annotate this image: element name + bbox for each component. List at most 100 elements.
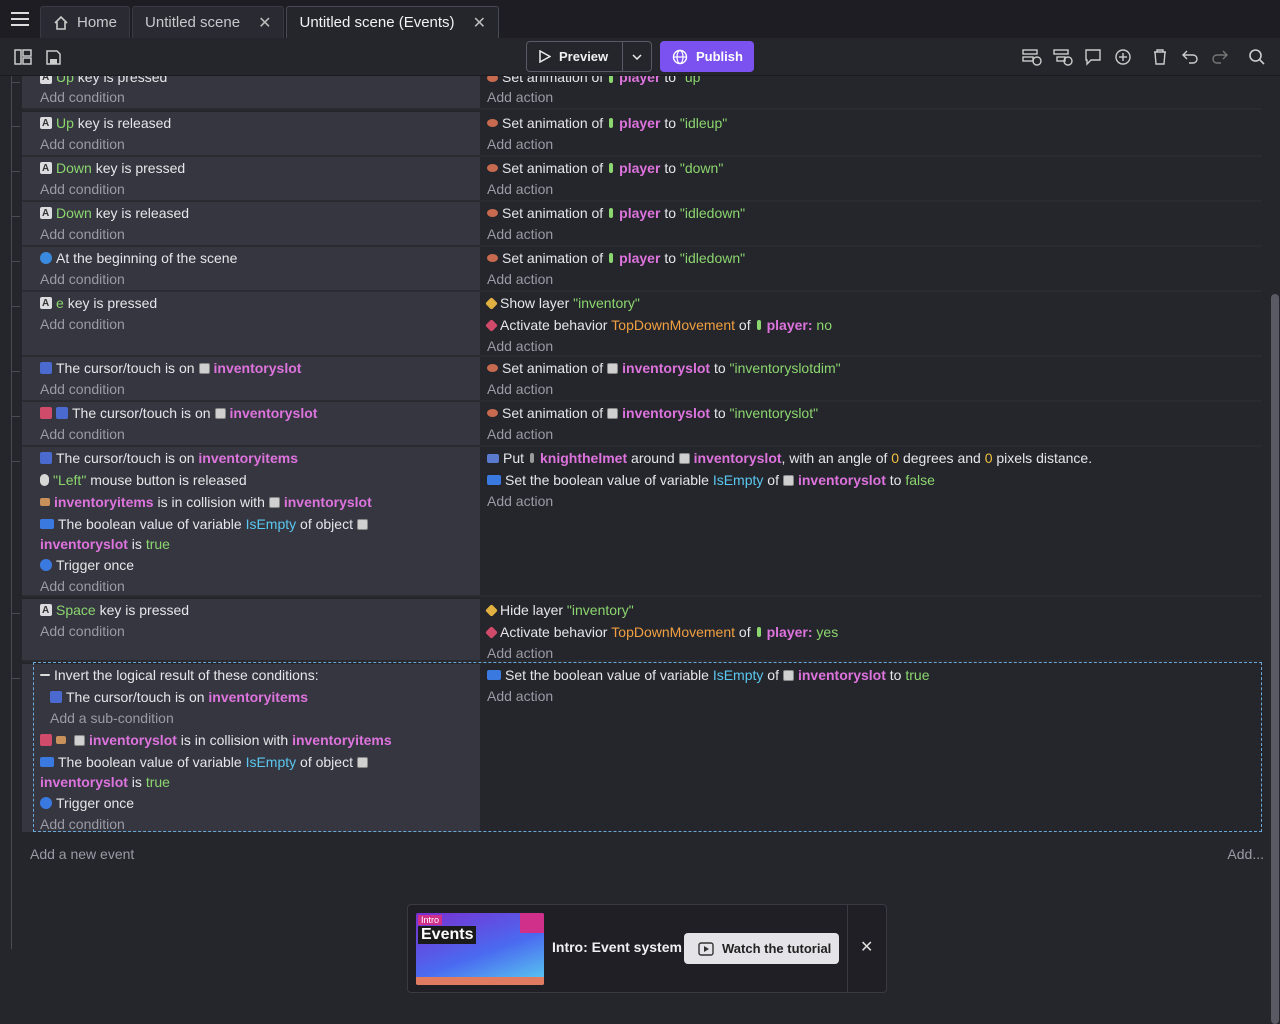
add-comment-icon[interactable]: [1083, 47, 1103, 67]
search-icon[interactable]: [1247, 47, 1267, 67]
add-action-link[interactable]: Add action: [487, 643, 1262, 664]
event-row[interactable]: The cursor/touch is on inventoryitems "L…: [11, 447, 1262, 597]
sub-condition[interactable]: The cursor/touch is on inventoryitems: [40, 686, 480, 708]
condition[interactable]: e key is pressed: [40, 292, 480, 315]
watch-tutorial-button[interactable]: Watch the tutorial: [684, 933, 839, 964]
add-new-event-link[interactable]: Add a new event: [30, 846, 134, 862]
condition[interactable]: Down key is released: [40, 202, 480, 225]
string-value: "inventory": [573, 295, 640, 311]
preview-button[interactable]: Preview: [526, 41, 652, 72]
variable-icon: [40, 519, 54, 529]
action[interactable]: Set animation of inventoryslot to "invent…: [487, 357, 1262, 379]
delete-icon[interactable]: [1150, 47, 1170, 67]
event-row[interactable]: The cursor/touch is on inventoryslot Add …: [11, 357, 1262, 402]
condition[interactable]: The cursor/touch is on inventoryslot: [40, 357, 480, 379]
add-action-link[interactable]: Add action: [487, 269, 1262, 290]
action[interactable]: Put knighthelmet around inventoryslot, wit…: [487, 447, 1262, 469]
condition[interactable]: Space key is pressed: [40, 599, 480, 622]
add-condition-link[interactable]: Add condition: [40, 621, 480, 642]
add-condition-link[interactable]: Add condition: [40, 424, 480, 445]
condition[interactable]: The boolean value of variable IsEmpty of…: [40, 751, 480, 773]
bool-value: false: [905, 472, 935, 488]
add-action-link[interactable]: Add action: [487, 134, 1262, 155]
event-row[interactable]: e key is pressed Add condition Show laye…: [11, 292, 1262, 357]
event-row[interactable]: Up key is pressed Add condition Set anim…: [11, 76, 1262, 110]
add-condition-link[interactable]: Add condition: [40, 269, 480, 290]
main-menu-button[interactable]: [0, 0, 40, 38]
condition[interactable]: Trigger once: [40, 554, 480, 576]
tab-untitled-scene[interactable]: Untitled scene ✕: [132, 6, 285, 38]
scrollbar[interactable]: [1270, 76, 1280, 1024]
add-event-icon[interactable]: [1022, 47, 1042, 67]
add-menu-link[interactable]: Add...: [1227, 846, 1264, 862]
close-icon[interactable]: ✕: [258, 13, 271, 33]
add-condition-link[interactable]: Add condition: [40, 134, 480, 155]
action[interactable]: Set animation of player to "up": [487, 76, 1262, 87]
tab-untitled-scene-events[interactable]: Untitled scene (Events) ✕: [286, 6, 499, 38]
add-action-link[interactable]: Add action: [487, 424, 1262, 445]
condition[interactable]: inventoryitems is in collision with inven…: [40, 491, 480, 513]
add-action-link[interactable]: Add action: [487, 87, 1262, 108]
add-condition-link[interactable]: Add condition: [40, 576, 480, 597]
condition[interactable]: Up key is pressed: [40, 76, 480, 87]
close-icon[interactable]: ✕: [473, 13, 486, 33]
event-row-selected[interactable]: Invert the logical result of these condi…: [11, 664, 1262, 835]
condition[interactable]: At the beginning of the scene: [40, 247, 480, 269]
add-condition-link[interactable]: Add condition: [40, 87, 480, 108]
add-action-link[interactable]: Add action: [487, 379, 1262, 400]
action[interactable]: Set the boolean value of variable IsEmpt…: [487, 664, 1262, 686]
tab-home[interactable]: Home: [40, 6, 131, 38]
add-action-link[interactable]: Add action: [487, 491, 1262, 512]
tutorial-card: Intro Events Intro: Event system Watch t…: [407, 904, 887, 993]
condition[interactable]: "Left" mouse button is released: [40, 469, 480, 491]
event-row[interactable]: The cursor/touch is on inventoryslot Add …: [11, 402, 1262, 447]
add-condition-link[interactable]: Add condition: [40, 224, 480, 245]
event-row[interactable]: Space key is pressed Add condition Hide …: [11, 599, 1262, 664]
event-row[interactable]: At the beginning of the scene Add condit…: [11, 247, 1262, 292]
event-row[interactable]: Down key is pressed Add condition Set an…: [11, 157, 1262, 202]
condition[interactable]: inventoryslot is in collision with inven…: [40, 729, 480, 751]
action[interactable]: Hide layer "inventory": [485, 599, 1262, 621]
add-action-link[interactable]: Add action: [487, 686, 1262, 707]
tutorial-thumbnail[interactable]: Intro Events: [416, 913, 544, 985]
add-condition-link[interactable]: Add condition: [40, 379, 480, 400]
publish-button[interactable]: Publish: [660, 41, 754, 72]
condition-invert-group[interactable]: Invert the logical result of these condi…: [40, 664, 480, 686]
action[interactable]: Set animation of inventoryslot to "invent…: [487, 402, 1262, 424]
action[interactable]: Set animation of player to "down": [487, 157, 1262, 179]
condition[interactable]: Up key is released: [40, 112, 480, 135]
action[interactable]: Set animation of player to "idleup": [487, 112, 1262, 134]
add-subcondition-link[interactable]: Add a sub-condition: [40, 708, 480, 729]
add-condition-link[interactable]: Add condition: [40, 814, 480, 835]
action[interactable]: Activate behavior TopDownMovement of play…: [485, 621, 1262, 643]
condition[interactable]: Down key is pressed: [40, 157, 480, 180]
preview-options-dropdown[interactable]: [623, 53, 651, 60]
condition[interactable]: The cursor/touch is on inventoryslot: [40, 402, 480, 424]
add-circle-icon[interactable]: [1113, 47, 1133, 67]
scrollbar-thumb[interactable]: [1271, 294, 1279, 1024]
add-action-link[interactable]: Add action: [487, 179, 1262, 200]
action-text: to: [664, 115, 676, 131]
action[interactable]: Activate behavior TopDownMovement of play…: [485, 314, 1262, 336]
add-action-link[interactable]: Add action: [487, 336, 1262, 357]
redo-icon[interactable]: [1210, 47, 1230, 67]
condition[interactable]: Trigger once: [40, 792, 480, 814]
add-subevent-icon[interactable]: [1053, 47, 1073, 67]
event-row[interactable]: Up key is released Add condition Set ani…: [11, 112, 1262, 157]
add-condition-link[interactable]: Add condition: [40, 314, 480, 335]
object-name: inventoryslot: [797, 667, 886, 683]
add-condition-link[interactable]: Add condition: [40, 179, 480, 200]
add-action-link[interactable]: Add action: [487, 224, 1262, 245]
action[interactable]: Set the boolean value of variable IsEmpt…: [487, 469, 1262, 491]
action[interactable]: Show layer "inventory": [485, 292, 1262, 314]
condition[interactable]: The cursor/touch is on inventoryitems: [40, 447, 480, 469]
event-row[interactable]: Down key is released Add condition Set a…: [11, 202, 1262, 247]
action[interactable]: Set animation of player to "idledown": [487, 247, 1262, 269]
condition[interactable]: The boolean value of variable IsEmpty of…: [40, 513, 480, 535]
conditions-column: The cursor/touch is on inventoryslot Add …: [22, 402, 481, 445]
action[interactable]: Set animation of player to "idledown": [487, 202, 1262, 224]
close-icon[interactable]: ✕: [860, 937, 873, 957]
panels-icon[interactable]: [13, 47, 33, 67]
undo-icon[interactable]: [1180, 47, 1200, 67]
save-icon[interactable]: [43, 47, 63, 67]
